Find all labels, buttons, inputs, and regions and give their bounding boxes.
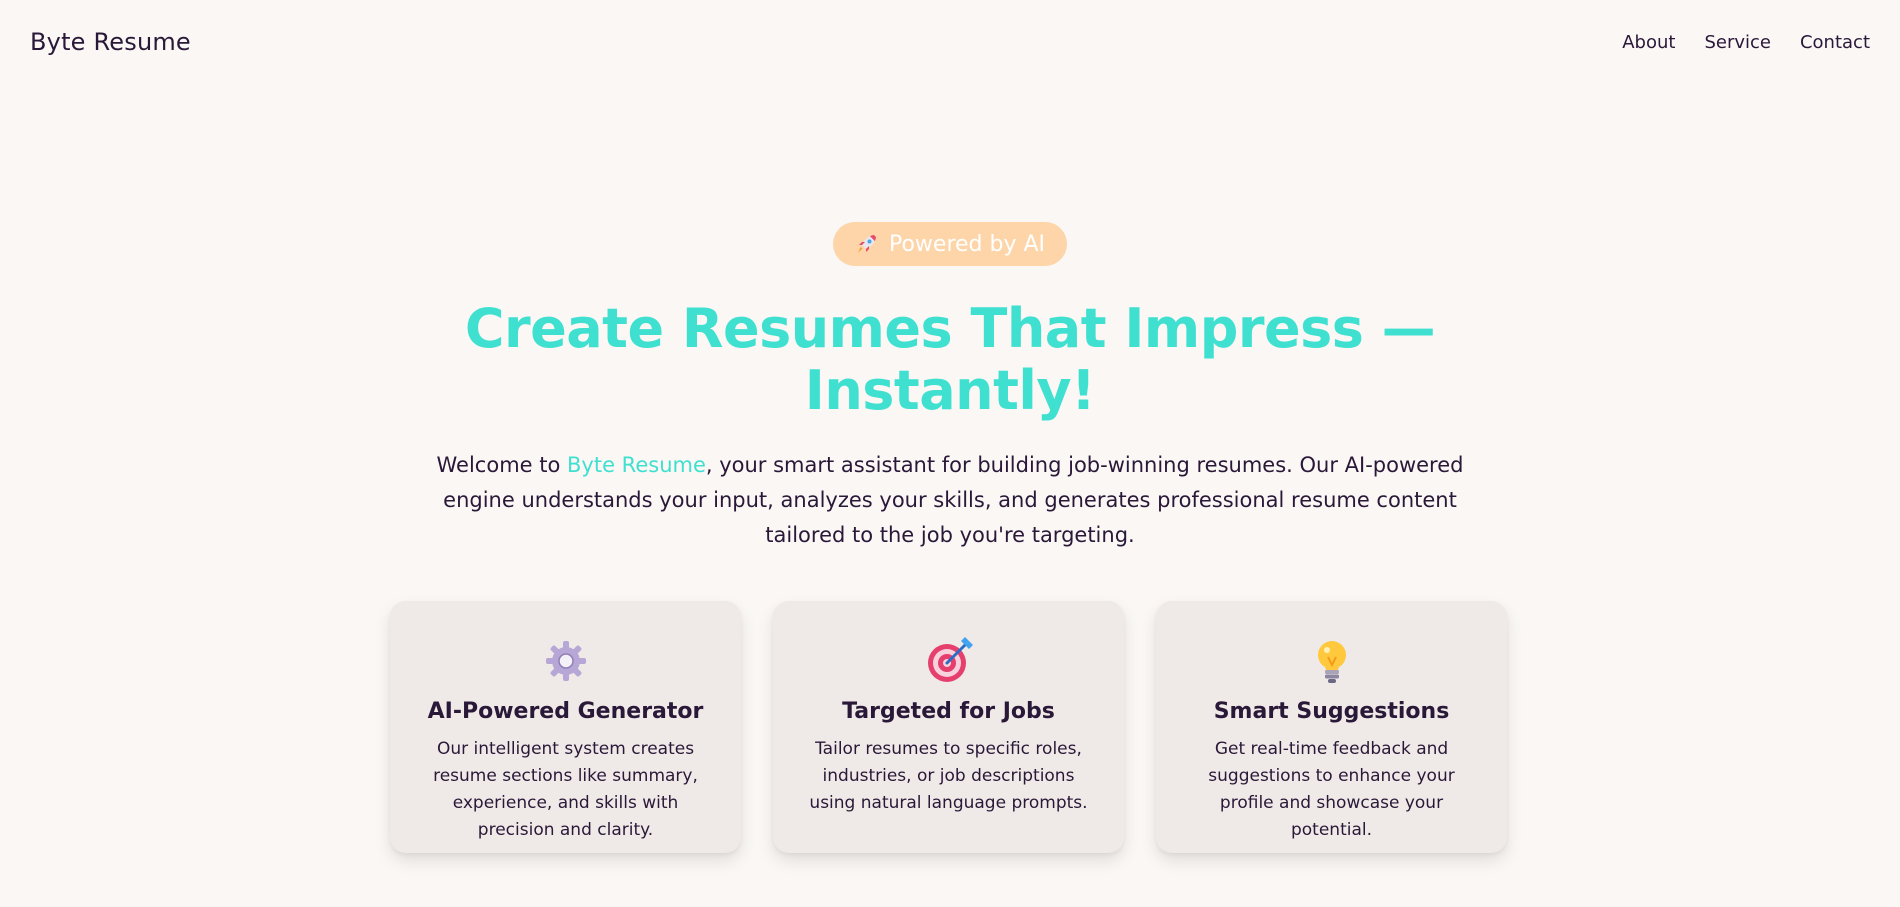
feature-description: Tailor resumes to specific roles, indust… (809, 739, 1088, 813)
page: Byte Resume About Service Contact Powere… (0, 0, 1900, 907)
badge-label: Powered by AI (888, 231, 1046, 257)
feature-title: AI-Powered Generator (427, 699, 704, 724)
rocket-icon (857, 235, 876, 253)
hero-section: Powered by AI Create Resumes That Impres… (0, 222, 1900, 553)
feature-card: Smart Suggestions Get real-time feedback… (1156, 601, 1507, 853)
nav-link-about[interactable]: About (1622, 32, 1675, 53)
feature-title: Smart Suggestions (1213, 699, 1450, 724)
feature-card: Targeted for Jobs Tailor resumes to spec… (773, 601, 1124, 853)
powered-by-ai-badge: Powered by AI (832, 222, 1068, 266)
intro-brand-highlight: Byte Resume (567, 453, 706, 477)
lightbulb-icon (1317, 641, 1346, 683)
features-section: AI-Powered Generator Our intelligent sys… (390, 601, 1507, 853)
target-icon (927, 637, 973, 682)
nav-link-service[interactable]: Service (1704, 32, 1771, 53)
feature-description: Our intelligent system creates resume se… (433, 739, 698, 840)
gear-icon (545, 641, 586, 681)
feature-description: Get real-time feedback and suggestions t… (1208, 739, 1455, 840)
feature-title: Targeted for Jobs (842, 699, 1055, 724)
feature-card: AI-Powered Generator Our intelligent sys… (390, 601, 741, 853)
intro-prefix: Welcome to (436, 453, 568, 477)
site-header: Byte Resume About Service Contact (0, 0, 1900, 84)
main-nav: About Service Contact (1622, 32, 1870, 53)
hero-intro: Welcome to Byte Resume, your smart assis… (415, 448, 1485, 553)
brand-logo[interactable]: Byte Resume (30, 28, 191, 56)
nav-link-contact[interactable]: Contact (1800, 32, 1870, 53)
hero-title: Create Resumes That Impress — Instantly! (464, 297, 1436, 422)
